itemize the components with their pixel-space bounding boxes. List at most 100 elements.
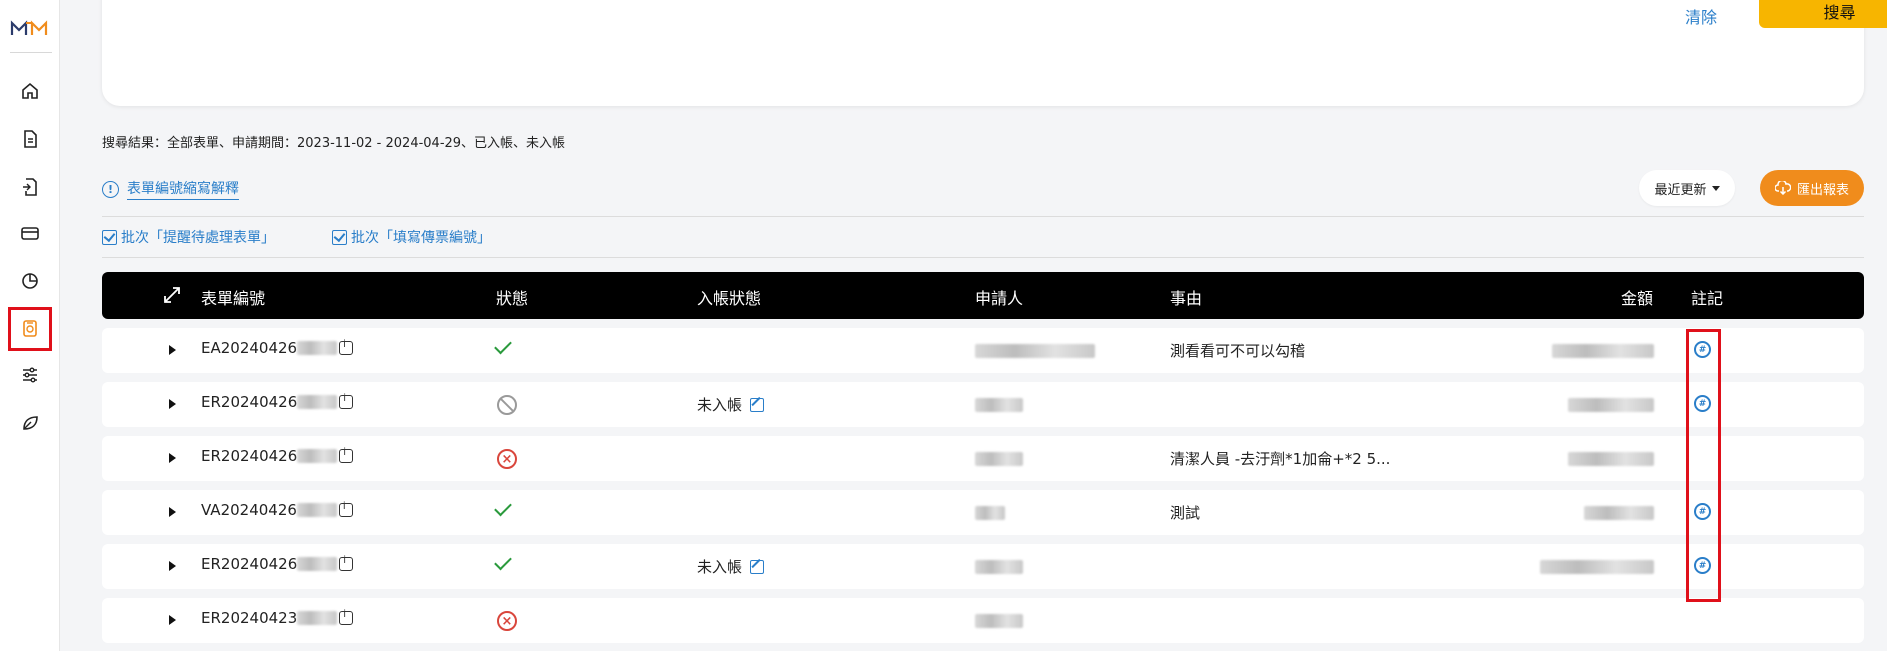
- form-id: VA20240426: [201, 501, 297, 519]
- rejected-status-icon: ×: [497, 611, 517, 631]
- amount-redacted: [1552, 344, 1654, 358]
- approved-check-icon: [494, 336, 512, 355]
- sort-selected-value: 最近更新: [1654, 182, 1707, 198]
- copy-icon[interactable]: [339, 555, 354, 571]
- posting-status-cell: 未入帳: [697, 394, 765, 415]
- header-applicant: 申請人: [975, 289, 1024, 308]
- pie-chart-icon: [22, 273, 38, 289]
- checkbox-icon: [332, 229, 347, 245]
- search-button[interactable]: 搜尋: [1759, 0, 1887, 28]
- posting-status-text: 未入帳: [697, 558, 743, 576]
- header-note: 註記: [1691, 289, 1724, 308]
- header-amount: 金額: [1621, 289, 1654, 308]
- edit-icon[interactable]: [750, 398, 765, 412]
- form-id-cell: VA20240426: [201, 501, 353, 519]
- applicant-redacted: [975, 344, 1095, 358]
- sidebar-item-documents[interactable]: [15, 124, 45, 154]
- applicant-redacted: [975, 614, 1023, 628]
- amount-redacted: [1540, 560, 1654, 574]
- copy-icon[interactable]: [339, 393, 354, 409]
- applicant-redacted: [975, 506, 1005, 520]
- edit-icon[interactable]: [750, 560, 765, 574]
- sidebar-item-home[interactable]: [15, 76, 45, 106]
- search-panel: 清除 搜尋: [102, 0, 1887, 106]
- card-icon: [21, 227, 39, 240]
- applicant-redacted: [975, 398, 1023, 412]
- active-item-highlight: [8, 307, 52, 351]
- expand-row-icon[interactable]: [169, 453, 176, 463]
- checkbox-icon: [102, 229, 117, 245]
- applicant-redacted: [975, 560, 1023, 574]
- sidebar-item-cards[interactable]: [15, 218, 45, 248]
- form-id: ER20240423: [201, 609, 298, 627]
- form-id-cell: ER20240426: [201, 393, 354, 411]
- amount-redacted: [1568, 452, 1654, 466]
- amount-redacted: [1568, 398, 1654, 412]
- export-report-label: 匯出報表: [1796, 182, 1849, 198]
- sliders-icon: [23, 367, 37, 383]
- sidebar-item-returns[interactable]: [15, 172, 45, 202]
- form-code-explanation-link[interactable]: ! 表單編號縮寫解釋: [102, 178, 239, 200]
- form-id-cell: ER20240423: [201, 609, 354, 627]
- copy-icon[interactable]: [339, 447, 354, 463]
- document-icon: [24, 130, 37, 148]
- batch-voucher-button[interactable]: 批次「填寫傳票編號」: [332, 227, 491, 247]
- posting-status-cell: 未入帳: [697, 556, 765, 577]
- expand-icon[interactable]: [162, 285, 182, 305]
- leaf-icon: [23, 416, 38, 430]
- search-result-summary: 搜尋結果：全部表單、申請期間：2023-11-02 - 2024-04-29、已…: [102, 136, 566, 151]
- redacted-text: [297, 611, 338, 625]
- expand-row-icon[interactable]: [169, 507, 176, 517]
- cloud-download-icon: [1774, 181, 1791, 195]
- form-id-cell: ER20240426: [201, 447, 354, 465]
- header-form-id: 表單編號: [201, 289, 266, 308]
- form-id-cell: EA20240426: [201, 339, 354, 357]
- form-id: ER20240426: [201, 447, 298, 465]
- table-row[interactable]: ER20240426 × 清潔人員 -去汙劑*1加侖+*2 5...: [102, 436, 1864, 481]
- form-id: ER20240426: [201, 555, 298, 573]
- table-row[interactable]: ER20240423 ×: [102, 598, 1864, 643]
- reason-text: 測看看可不可以勾稽: [1170, 342, 1306, 360]
- approved-check-icon: [494, 498, 512, 517]
- divider: [102, 216, 1864, 217]
- caret-down-icon: [1711, 185, 1720, 191]
- expand-row-icon[interactable]: [169, 345, 176, 355]
- info-icon: !: [102, 180, 119, 198]
- header-status: 狀態: [496, 289, 529, 308]
- copy-icon[interactable]: [338, 501, 353, 517]
- expand-row-icon[interactable]: [169, 399, 176, 409]
- batch-remind-button[interactable]: 批次「提醒待處理表單」: [102, 227, 275, 247]
- sidebar-item-settings[interactable]: [15, 360, 45, 390]
- table-row[interactable]: EA20240426 測看看可不可以勾稽 #: [102, 328, 1864, 373]
- export-report-button[interactable]: 匯出報表: [1760, 170, 1864, 206]
- posting-status-text: 未入帳: [697, 396, 743, 414]
- applicant-redacted: [975, 452, 1023, 466]
- reason-text: 測試: [1170, 504, 1201, 522]
- sort-dropdown[interactable]: 最近更新: [1639, 170, 1735, 206]
- expand-row-icon[interactable]: [169, 561, 176, 571]
- header-reason: 事由: [1170, 289, 1203, 308]
- batch-remind-label: 批次「提醒待處理表單」: [121, 230, 275, 246]
- copy-icon[interactable]: [339, 339, 354, 355]
- sidebar-item-reports[interactable]: [15, 266, 45, 296]
- home-icon: [22, 82, 38, 99]
- clear-button[interactable]: 清除: [1685, 4, 1717, 28]
- logo-divider: [10, 52, 52, 53]
- reason-text: 清潔人員 -去汙劑*1加侖+*2 5...: [1170, 450, 1391, 468]
- table-row[interactable]: VA20240426 測試 #: [102, 490, 1864, 535]
- form-id-cell: ER20240426: [201, 555, 354, 573]
- sidebar-item-esg[interactable]: [15, 408, 45, 438]
- header-posting-status: 入帳狀態: [697, 289, 762, 308]
- form-id: EA20240426: [201, 339, 298, 357]
- copy-icon[interactable]: [339, 609, 354, 625]
- redacted-text: [297, 341, 338, 355]
- document-return-icon: [23, 178, 37, 196]
- expand-row-icon[interactable]: [169, 615, 176, 625]
- table-row[interactable]: ER20240426 未入帳 #: [102, 544, 1864, 589]
- rejected-status-icon: ×: [497, 449, 517, 469]
- redacted-text: [297, 395, 338, 409]
- redacted-text: [297, 449, 338, 463]
- table-row[interactable]: ER20240426 未入帳 #: [102, 382, 1864, 427]
- sidebar: [0, 0, 60, 651]
- logo-icon: [10, 20, 48, 35]
